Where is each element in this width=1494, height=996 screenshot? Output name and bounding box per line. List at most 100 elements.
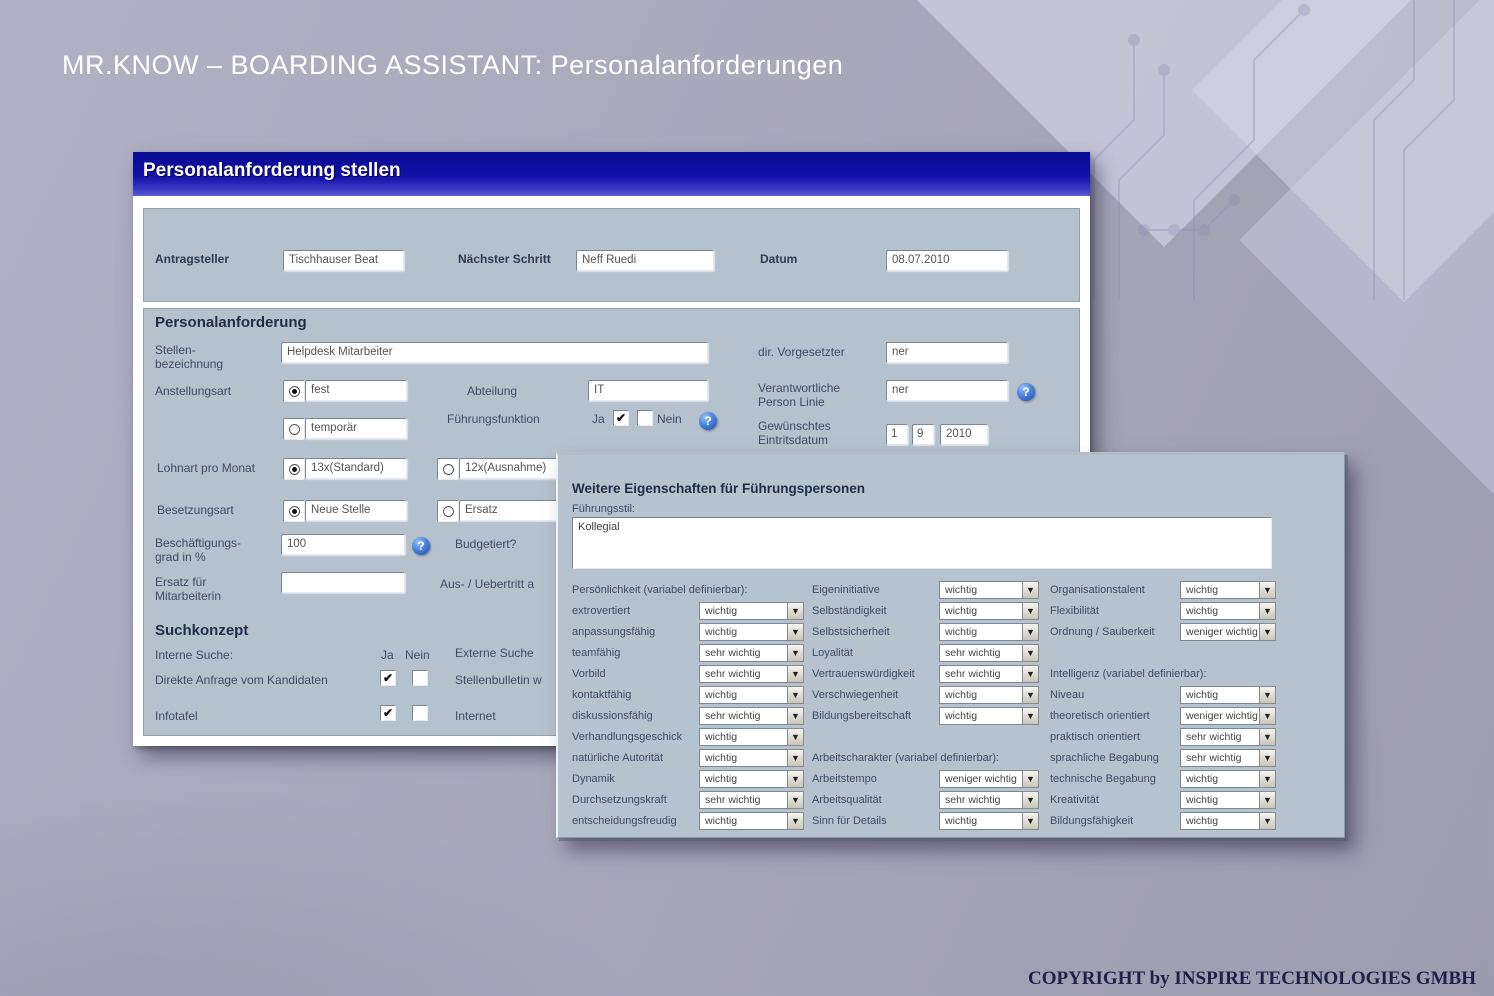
anstellungsart-fest-value[interactable]: fest	[305, 380, 407, 401]
infotafel-nein-checkbox[interactable]	[412, 705, 428, 721]
importance-dropdown[interactable]: wichtig ▼	[1180, 811, 1276, 830]
chevron-down-icon[interactable]: ▼	[787, 685, 804, 704]
chevron-down-icon[interactable]: ▼	[1259, 580, 1276, 599]
anstellungsart-fest-radio[interactable]	[283, 380, 305, 402]
chevron-down-icon[interactable]: ▼	[1259, 622, 1276, 641]
importance-dropdown[interactable]: wichtig ▼	[699, 811, 804, 830]
importance-dropdown[interactable]: sehr wichtig ▼	[1180, 727, 1276, 746]
chevron-down-icon[interactable]: ▼	[1022, 706, 1039, 725]
chevron-down-icon[interactable]: ▼	[1022, 769, 1039, 788]
chevron-down-icon[interactable]: ▼	[787, 622, 804, 641]
importance-dropdown[interactable]: wichtig ▼	[1180, 790, 1276, 809]
eintritt-jahr-input[interactable]: 2010	[940, 424, 988, 445]
antragsteller-input[interactable]: Tischhauser Beat	[283, 250, 404, 271]
importance-dropdown[interactable]: wichtig ▼	[939, 601, 1039, 620]
importance-dropdown[interactable]: sehr wichtig ▼	[699, 664, 804, 683]
fuehrungsfunktion-nein-checkbox[interactable]	[637, 410, 653, 426]
importance-dropdown[interactable]: sehr wichtig ▼	[699, 643, 804, 662]
chevron-down-icon[interactable]: ▼	[1022, 685, 1039, 704]
importance-dropdown[interactable]: wichtig ▼	[939, 706, 1039, 725]
help-icon[interactable]: ?	[699, 412, 717, 430]
datum-input[interactable]: 08.07.2010	[886, 250, 1008, 271]
verantwortliche-input[interactable]: ner	[886, 380, 1008, 401]
importance-dropdown[interactable]: sehr wichtig ▼	[699, 706, 804, 725]
beschaeftigungsgrad-input[interactable]: 100	[281, 534, 405, 555]
infotafel-ja-checkbox[interactable]: ✔	[380, 705, 396, 721]
dir-vorgesetzter-input[interactable]: ner	[886, 342, 1008, 363]
chevron-down-icon[interactable]: ▼	[1259, 727, 1276, 746]
importance-dropdown[interactable]: weniger wichtig ▼	[939, 769, 1039, 788]
chevron-down-icon[interactable]: ▼	[787, 790, 804, 809]
help-icon[interactable]: ?	[412, 537, 430, 555]
direkte-anfrage-nein-checkbox[interactable]	[412, 670, 428, 686]
ersatz-fuer-input[interactable]	[281, 572, 405, 593]
chevron-down-icon[interactable]: ▼	[1022, 622, 1039, 641]
importance-dropdown[interactable]: wichtig ▼	[699, 769, 804, 788]
importance-dropdown[interactable]: sehr wichtig ▼	[1180, 748, 1276, 767]
chevron-down-icon[interactable]: ▼	[1022, 601, 1039, 620]
help-icon[interactable]: ?	[1017, 383, 1035, 401]
importance-dropdown[interactable]: wichtig ▼	[699, 685, 804, 704]
eintritt-tag-input[interactable]: 1	[886, 424, 908, 445]
eintritt-monat-input[interactable]: 9	[912, 424, 934, 445]
importance-dropdown[interactable]: wichtig ▼	[939, 811, 1039, 830]
chevron-down-icon[interactable]: ▼	[787, 601, 804, 620]
importance-dropdown[interactable]: wichtig ▼	[699, 748, 804, 767]
importance-dropdown[interactable]: wichtig ▼	[1180, 769, 1276, 788]
chevron-down-icon[interactable]: ▼	[1259, 685, 1276, 704]
importance-dropdown[interactable]: weniger wichtig ▼	[1180, 706, 1276, 725]
besetzungsart-neue-stelle-value[interactable]: Neue Stelle	[305, 500, 407, 521]
chevron-down-icon[interactable]: ▼	[1259, 748, 1276, 767]
importance-dropdown[interactable]: wichtig ▼	[699, 727, 804, 746]
chevron-down-icon[interactable]: ▼	[787, 811, 804, 830]
chevron-down-icon[interactable]: ▼	[787, 706, 804, 725]
chevron-down-icon[interactable]: ▼	[1259, 769, 1276, 788]
chevron-down-icon[interactable]: ▼	[1022, 664, 1039, 683]
importance-dropdown[interactable]: wichtig ▼	[939, 622, 1039, 641]
verantwortliche-label: Verantwortliche Person Linie	[758, 381, 841, 409]
chevron-down-icon[interactable]: ▼	[1022, 790, 1039, 809]
importance-dropdown[interactable]: sehr wichtig ▼	[939, 790, 1039, 809]
chevron-down-icon[interactable]: ▼	[787, 769, 804, 788]
chevron-down-icon[interactable]: ▼	[1022, 643, 1039, 662]
chevron-down-icon[interactable]: ▼	[787, 664, 804, 683]
besetzungsart-ersatz-radio[interactable]	[437, 500, 459, 522]
lohnart-13x-radio[interactable]	[283, 458, 305, 480]
besetzungsart-neue-stelle-radio[interactable]	[283, 500, 305, 522]
importance-dropdown[interactable]: wichtig ▼	[1180, 580, 1276, 599]
chevron-down-icon[interactable]: ▼	[787, 748, 804, 767]
chevron-down-icon[interactable]: ▼	[1259, 706, 1276, 725]
chevron-down-icon[interactable]: ▼	[787, 643, 804, 662]
importance-dropdown[interactable]: wichtig ▼	[939, 685, 1039, 704]
chevron-down-icon[interactable]: ▼	[1022, 811, 1039, 830]
fuehrungsstil-textarea[interactable]: Kollegial	[572, 517, 1272, 569]
abteilung-input[interactable]: IT	[588, 380, 708, 401]
stellenbezeichnung-input[interactable]: Helpdesk Mitarbeiter	[281, 342, 708, 363]
importance-dropdown[interactable]: wichtig ▼	[1180, 685, 1276, 704]
anstellungsart-temporaer-value[interactable]: temporär	[305, 418, 407, 439]
lohnart-12x-radio[interactable]	[437, 458, 459, 480]
lohnart-13x-value[interactable]: 13x(Standard)	[305, 458, 407, 479]
fuehrungsfunktion-ja-checkbox[interactable]: ✔	[613, 410, 629, 426]
importance-dropdown[interactable]: weniger wichtig ▼	[1180, 622, 1276, 641]
chevron-down-icon[interactable]: ▼	[1259, 790, 1276, 809]
chevron-down-icon[interactable]: ▼	[1022, 580, 1039, 599]
chevron-down-icon[interactable]: ▼	[787, 727, 804, 746]
importance-dropdown[interactable]: wichtig ▼	[939, 580, 1039, 599]
dropdown-value: wichtig	[939, 706, 1022, 725]
direkte-anfrage-ja-checkbox[interactable]: ✔	[380, 670, 396, 686]
besetzungsart-ersatz-value[interactable]: Ersatz	[459, 500, 565, 521]
dropdown-value: sehr wichtig	[1180, 727, 1259, 746]
anstellungsart-temporaer-radio[interactable]	[283, 418, 305, 440]
naechster-schritt-input[interactable]: Neff Ruedi	[576, 250, 714, 271]
importance-dropdown[interactable]: wichtig ▼	[1180, 601, 1276, 620]
importance-dropdown[interactable]: sehr wichtig ▼	[699, 790, 804, 809]
importance-dropdown[interactable]: wichtig ▼	[699, 601, 804, 620]
chevron-down-icon[interactable]: ▼	[1259, 601, 1276, 620]
importance-dropdown[interactable]: wichtig ▼	[699, 622, 804, 641]
chevron-down-icon[interactable]: ▼	[1259, 811, 1276, 830]
lohnart-12x-value[interactable]: 12x(Ausnahme)	[459, 458, 565, 479]
importance-dropdown[interactable]: sehr wichtig ▼	[939, 664, 1039, 683]
window-titlebar[interactable]: Personalanforderung stellen	[133, 152, 1090, 200]
importance-dropdown[interactable]: sehr wichtig ▼	[939, 643, 1039, 662]
